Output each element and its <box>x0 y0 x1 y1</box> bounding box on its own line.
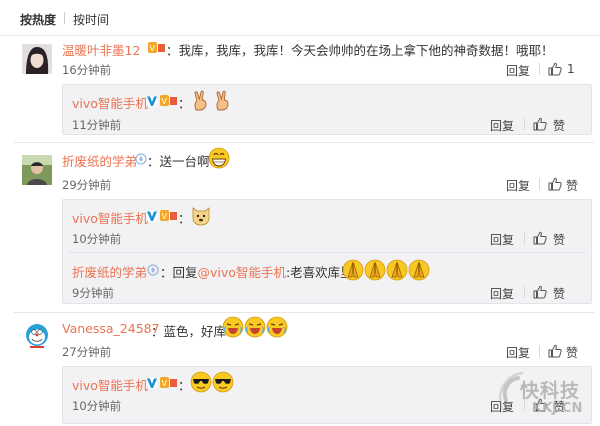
comment-separator: ： <box>166 43 179 58</box>
comment-username[interactable]: 折废纸的学弟 <box>62 151 137 170</box>
reply-button[interactable]: 回复 <box>490 285 514 302</box>
comment-separator: ： <box>147 154 160 169</box>
sort-divider <box>64 12 65 24</box>
reply-time: 9分钟前 <box>72 286 114 300</box>
pray-emoji-icon <box>408 259 430 281</box>
reply-separator: ： <box>178 378 191 393</box>
reply-button[interactable]: 回复 <box>490 117 514 134</box>
comment-text: 送一台啊 <box>159 154 210 169</box>
comment-time: 16分钟前 <box>62 63 112 77</box>
comment-text: 我库，我库，我库！今天会帅帅的在场上拿下他的神奇数据！哦耶！ <box>178 43 554 58</box>
user-badge-icon: V <box>160 209 178 222</box>
reply-button[interactable]: 回复 <box>506 177 530 194</box>
user-badge-icon: V <box>160 94 178 107</box>
sort-by-hot-tab[interactable]: 按热度 <box>20 11 56 28</box>
sunglasses-emoji-icon <box>190 371 212 393</box>
laugh-emoji-icon <box>222 316 244 338</box>
reply-separator: ： <box>178 96 191 111</box>
verified-icon <box>146 210 158 222</box>
reply-separator: ： <box>160 265 173 280</box>
action-divider <box>539 345 540 357</box>
mention-link[interactable]: @vivo智能手机 <box>198 265 286 280</box>
sort-bar: 按热度 按时间 <box>0 0 600 36</box>
pray-emoji-icon <box>342 259 364 281</box>
like-button[interactable]: 赞 <box>566 177 578 194</box>
comment-time: 27分钟前 <box>62 345 112 359</box>
comment-divider <box>14 312 594 313</box>
svg-text:V: V <box>162 379 168 388</box>
pray-emoji-icon <box>364 259 386 281</box>
grin-emoji-icon <box>208 147 230 169</box>
avatar[interactable] <box>22 44 52 74</box>
action-divider <box>539 178 540 190</box>
user-badge-icon: V <box>160 376 178 389</box>
user-badge-icon: V <box>148 41 166 54</box>
like-button[interactable]: 赞 <box>553 231 565 248</box>
thumbs-up-icon[interactable] <box>548 177 562 191</box>
like-button[interactable]: 赞 <box>553 285 565 302</box>
reply-button[interactable]: 回复 <box>506 344 530 361</box>
reply-separator: ： <box>178 211 191 226</box>
comment-divider <box>14 142 594 143</box>
verified-icon <box>146 377 158 389</box>
comment-username[interactable]: Vanessa_24587 <box>62 321 160 336</box>
like-button[interactable]: 赞 <box>566 344 578 361</box>
reply-button[interactable]: 回复 <box>506 62 530 79</box>
reply-username[interactable]: 折废纸的学弟 <box>72 262 147 281</box>
victory-hand-emoji-icon <box>212 90 234 112</box>
svg-text:V: V <box>162 97 168 106</box>
reply-divider <box>68 252 586 253</box>
action-divider <box>524 118 525 130</box>
comment-separator: ： <box>151 324 164 339</box>
thumbs-up-icon[interactable] <box>533 117 547 131</box>
svg-text:V: V <box>150 44 156 53</box>
verified-icon <box>146 95 158 107</box>
avatar[interactable] <box>22 155 52 185</box>
comment-time: 29分钟前 <box>62 178 112 192</box>
doge-emoji-icon <box>190 204 212 226</box>
comment-text: 蓝色，好库 <box>163 324 227 339</box>
thumbs-up-icon[interactable] <box>533 285 547 299</box>
watermark-domain: KKJ.CN <box>532 401 583 416</box>
sort-by-time-tab[interactable]: 按时间 <box>73 11 109 28</box>
thumbs-up-icon[interactable] <box>548 62 562 76</box>
svg-text:V: V <box>162 212 168 221</box>
level-badge-icon <box>147 264 159 276</box>
action-divider <box>524 232 525 244</box>
reply-time: 10分钟前 <box>72 232 122 246</box>
avatar[interactable] <box>22 322 52 352</box>
action-divider <box>524 286 525 298</box>
like-button[interactable]: 赞 <box>553 117 565 134</box>
reply-username[interactable]: vivo智能手机 <box>72 93 148 112</box>
reply-username[interactable]: vivo智能手机 <box>72 375 148 394</box>
action-divider <box>539 63 540 75</box>
level-badge-icon <box>135 153 147 165</box>
reply-prefix: 回复 <box>172 265 198 280</box>
watermark-brand: 快科技 <box>520 380 581 402</box>
thumbs-up-icon[interactable] <box>533 231 547 245</box>
reply-time: 10分钟前 <box>72 399 122 413</box>
victory-hand-emoji-icon <box>190 90 212 112</box>
reply-username[interactable]: vivo智能手机 <box>72 208 148 227</box>
like-count: 1 <box>567 62 575 76</box>
reply-button[interactable]: 回复 <box>490 231 514 248</box>
laugh-emoji-icon <box>244 316 266 338</box>
laugh-emoji-icon <box>266 316 288 338</box>
reply-time: 11分钟前 <box>72 118 122 132</box>
comment-username[interactable]: 温暖叶非墨12 <box>62 40 140 59</box>
site-watermark: 快科技 KKJ.CN <box>498 370 598 424</box>
sunglasses-emoji-icon <box>212 371 234 393</box>
thumbs-up-icon[interactable] <box>548 344 562 358</box>
pray-emoji-icon <box>386 259 408 281</box>
